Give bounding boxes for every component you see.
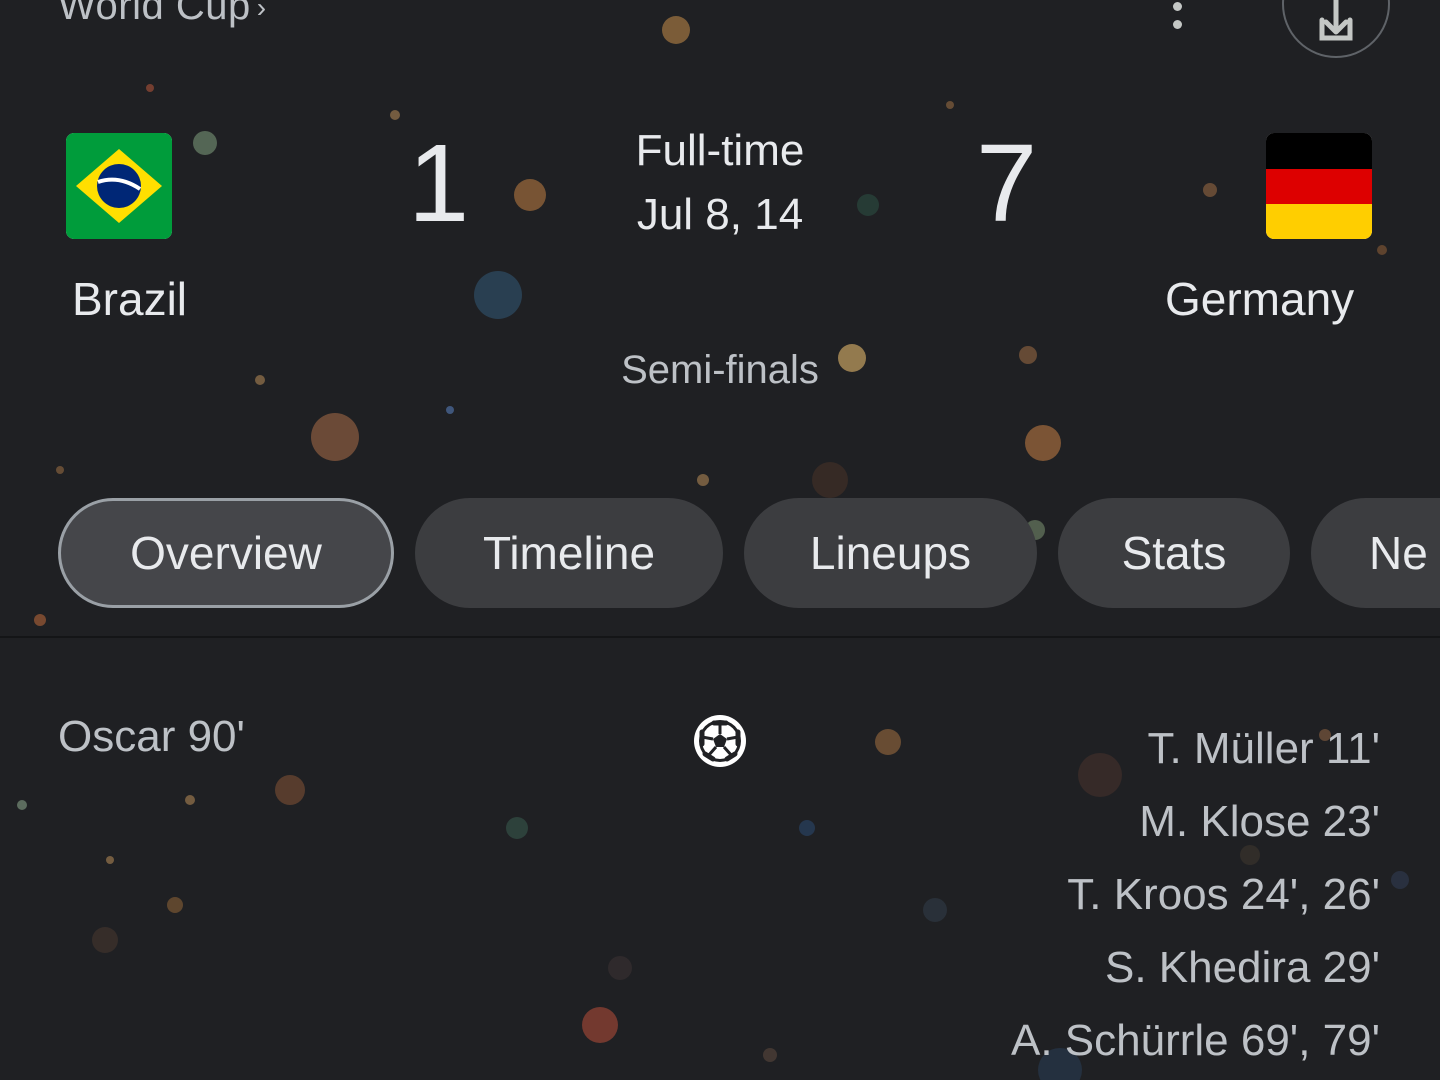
divider xyxy=(0,636,1440,638)
soccer-ball-icon xyxy=(694,715,746,767)
away-goal-scorer: T. Kroos 24', 26' xyxy=(1067,870,1380,919)
home-goal-scorer: Oscar 90' xyxy=(58,712,245,761)
share-icon xyxy=(1319,0,1353,41)
home-score: 1 xyxy=(408,122,470,245)
tab-lineups[interactable]: Lineups xyxy=(744,498,1037,608)
match-status: Full-time xyxy=(635,126,805,175)
away-goal-scorer: S. Khedira 29' xyxy=(1104,943,1380,992)
away-goal-scorer: A. Schürrle 69', 79' xyxy=(1011,1016,1380,1065)
chevron-right-icon: › xyxy=(256,0,267,24)
match-round: Semi-finals xyxy=(621,348,819,392)
tab-news[interactable]: Ne xyxy=(1311,498,1440,608)
tab-timeline[interactable]: Timeline xyxy=(415,498,723,608)
competition-link-label: World Cup xyxy=(58,0,251,28)
germany-flag-icon xyxy=(1266,133,1372,239)
share-button[interactable] xyxy=(1282,0,1390,58)
away-goal-scorer: T. Müller 11' xyxy=(1147,724,1380,773)
away-goal-scorer: M. Klose 23' xyxy=(1139,797,1380,846)
brazil-flag-icon xyxy=(66,133,172,239)
away-score: 7 xyxy=(976,122,1038,245)
away-goal-scorers: T. Müller 11' M. Klose 23' T. Kroos 24',… xyxy=(1011,712,1380,1077)
tab-news-label: Ne xyxy=(1369,527,1428,579)
match-date: Jul 8, 14 xyxy=(636,190,804,239)
tab-overview[interactable]: Overview xyxy=(58,498,394,608)
tab-stats[interactable]: Stats xyxy=(1058,498,1290,608)
competition-link[interactable]: World Cup › xyxy=(58,0,267,29)
more-vert-icon[interactable] xyxy=(1160,0,1196,36)
home-team-name[interactable]: Brazil xyxy=(72,272,187,326)
match-card: World Cup › Brazil 1 Full-time Jul 8, 14 … xyxy=(0,0,1440,1080)
away-team-name[interactable]: Germany xyxy=(1165,272,1354,326)
